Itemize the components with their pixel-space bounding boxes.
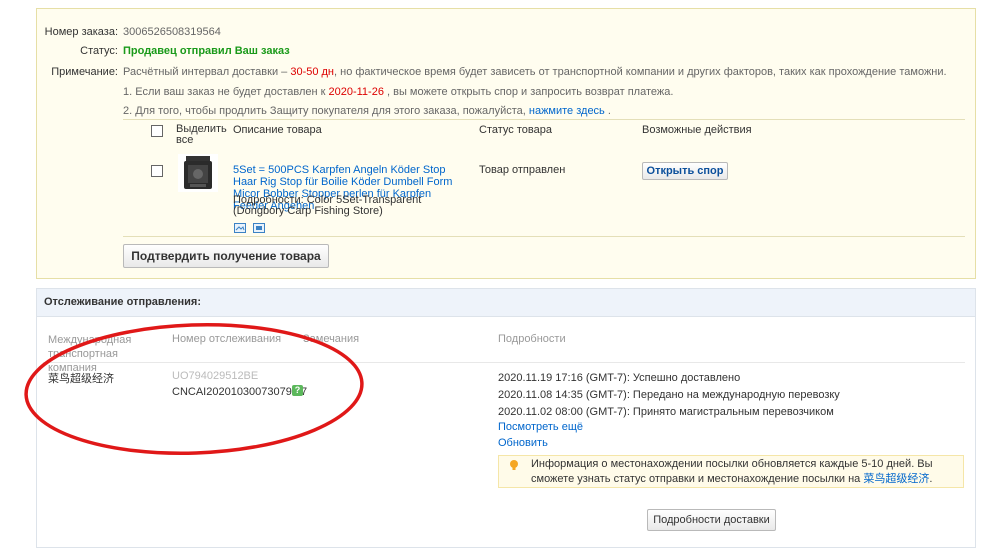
annotation-ellipse (24, 323, 364, 455)
